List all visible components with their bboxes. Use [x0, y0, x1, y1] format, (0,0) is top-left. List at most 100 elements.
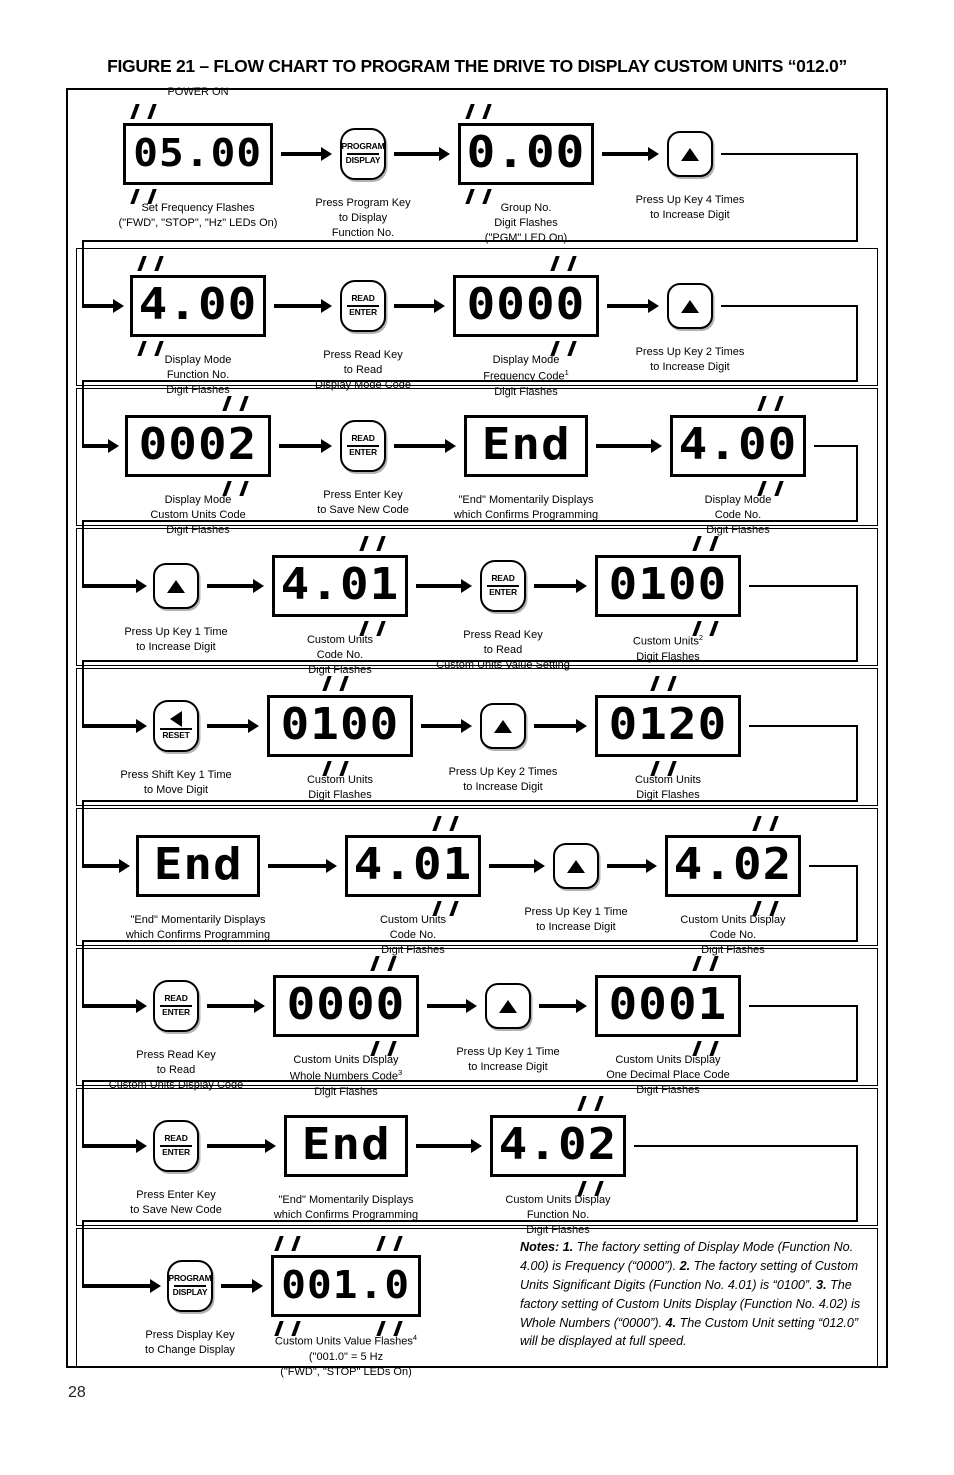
arrow-head: [576, 999, 587, 1013]
figure-title: FIGURE 21 – FLOW CHART TO PROGRAM THE DR…: [107, 56, 847, 76]
read-enter-key[interactable]: READ ENTER: [153, 980, 199, 1032]
connector-line: [856, 153, 858, 241]
program-display-key[interactable]: PROGRAM DISPLAY: [167, 1260, 213, 1312]
connector-line: [82, 240, 858, 242]
flow-node: [485, 983, 531, 1029]
up-arrow-icon: [167, 579, 185, 593]
arrow-head: [651, 439, 662, 453]
display-value: End: [301, 1119, 391, 1171]
flowchart-frame: 05.00 Set Frequency Flashes ("FWD", "STOP"…: [66, 86, 890, 1378]
read-key-label: READ: [164, 993, 188, 1004]
program-display-key[interactable]: PROGRAM DISPLAY: [340, 128, 386, 180]
flash-mark: [393, 1236, 403, 1251]
display-value: 0100: [608, 559, 728, 611]
arrow-shaft: [394, 304, 434, 308]
flash-mark: [147, 104, 157, 119]
up-arrow-icon: [681, 147, 699, 161]
flow-row: 05.00 Set Frequency Flashes ("FWD", "STOP"…: [68, 96, 890, 248]
note-number: 1.: [562, 1240, 574, 1254]
arrow-shaft: [279, 444, 321, 448]
up-key[interactable]: [480, 703, 526, 749]
enter-key-label: ENTER: [349, 446, 377, 457]
connector-line: [856, 445, 858, 521]
seven-segment-display: 4.01: [345, 816, 481, 916]
arrow-head: [534, 859, 545, 873]
enter-key-label: ENTER: [489, 586, 517, 597]
arrow-head: [108, 439, 119, 453]
arrow-head: [646, 859, 657, 873]
flash-mark: [769, 816, 779, 831]
flow-arrow: [394, 147, 450, 161]
connector-line: [809, 865, 858, 867]
flow-node: [667, 283, 713, 329]
read-key-label: READ: [351, 433, 375, 444]
arrow-shaft: [416, 1144, 471, 1148]
flow-arrow: [394, 299, 445, 313]
display-value: 0120: [608, 699, 728, 751]
flow-arrow: [82, 1279, 161, 1293]
up-key[interactable]: [553, 843, 599, 889]
flow-arrow: [602, 147, 659, 161]
flow-node: READ ENTER: [153, 1120, 199, 1172]
arrow-shaft: [82, 304, 113, 308]
connector-line: [82, 1080, 858, 1082]
arrow-head: [136, 1139, 147, 1153]
arrow-shaft: [82, 864, 119, 868]
connector-line: [749, 1005, 858, 1007]
flow-node: 4.01: [272, 536, 408, 636]
arrow-head: [434, 299, 445, 313]
connector-line: [749, 725, 858, 727]
flow-arrow: [207, 719, 259, 733]
flow-arrow: [82, 719, 147, 733]
up-key[interactable]: [667, 283, 713, 329]
flash-mark: [339, 676, 350, 691]
read-enter-key[interactable]: READ ENTER: [340, 420, 386, 472]
arrow-head: [321, 439, 332, 453]
flow-arrow: [427, 999, 477, 1013]
up-key[interactable]: [485, 983, 531, 1029]
seven-segment-display: 0000: [273, 956, 419, 1056]
connector-line: [82, 940, 858, 942]
arrow-head: [254, 999, 265, 1013]
read-enter-key[interactable]: READ ENTER: [340, 280, 386, 332]
seven-segment-display: 4.00: [670, 396, 806, 496]
enter-key-label: ENTER: [162, 1006, 190, 1017]
read-enter-key[interactable]: READ ENTER: [480, 560, 526, 612]
connector-line: [634, 1145, 858, 1147]
flash-mark: [650, 676, 661, 691]
up-arrow-icon: [494, 719, 512, 733]
arrow-shaft: [394, 152, 439, 156]
arrow-shaft: [416, 584, 461, 588]
arrow-head: [248, 719, 259, 733]
flow-node: [480, 703, 526, 749]
seven-segment-display: 0100: [595, 536, 741, 636]
display-value: 4.00: [678, 419, 798, 471]
read-enter-key[interactable]: READ ENTER: [153, 1120, 199, 1172]
shift-reset-key[interactable]: RESET: [153, 700, 199, 752]
arrow-shaft: [221, 1284, 252, 1288]
arrow-head: [252, 1279, 263, 1293]
display-value: 05.00: [133, 131, 263, 176]
flow-node: [153, 563, 199, 609]
flow-node: 001.0: [271, 1236, 421, 1336]
arrow-head: [321, 299, 332, 313]
flash-mark: [274, 1236, 284, 1251]
arrow-head: [648, 147, 659, 161]
flow-arrow: [394, 439, 456, 453]
arrow-shaft: [82, 444, 108, 448]
flash-mark: [594, 1096, 604, 1111]
flow-arrow: [416, 579, 472, 593]
up-arrow-icon: [681, 299, 699, 313]
flow-node: 4.01: [345, 816, 481, 916]
arrow-head: [253, 579, 264, 593]
connector-line: [82, 380, 858, 382]
flow-arrow: [596, 439, 662, 453]
up-key[interactable]: [153, 563, 199, 609]
arrow-shaft: [82, 1144, 136, 1148]
flow-arrow: [607, 299, 659, 313]
flow-arrow: [207, 1139, 276, 1153]
up-key[interactable]: [667, 131, 713, 177]
seven-segment-display: 4.01: [272, 536, 408, 636]
flow-arrow: [539, 999, 587, 1013]
arrow-shaft: [82, 584, 136, 588]
